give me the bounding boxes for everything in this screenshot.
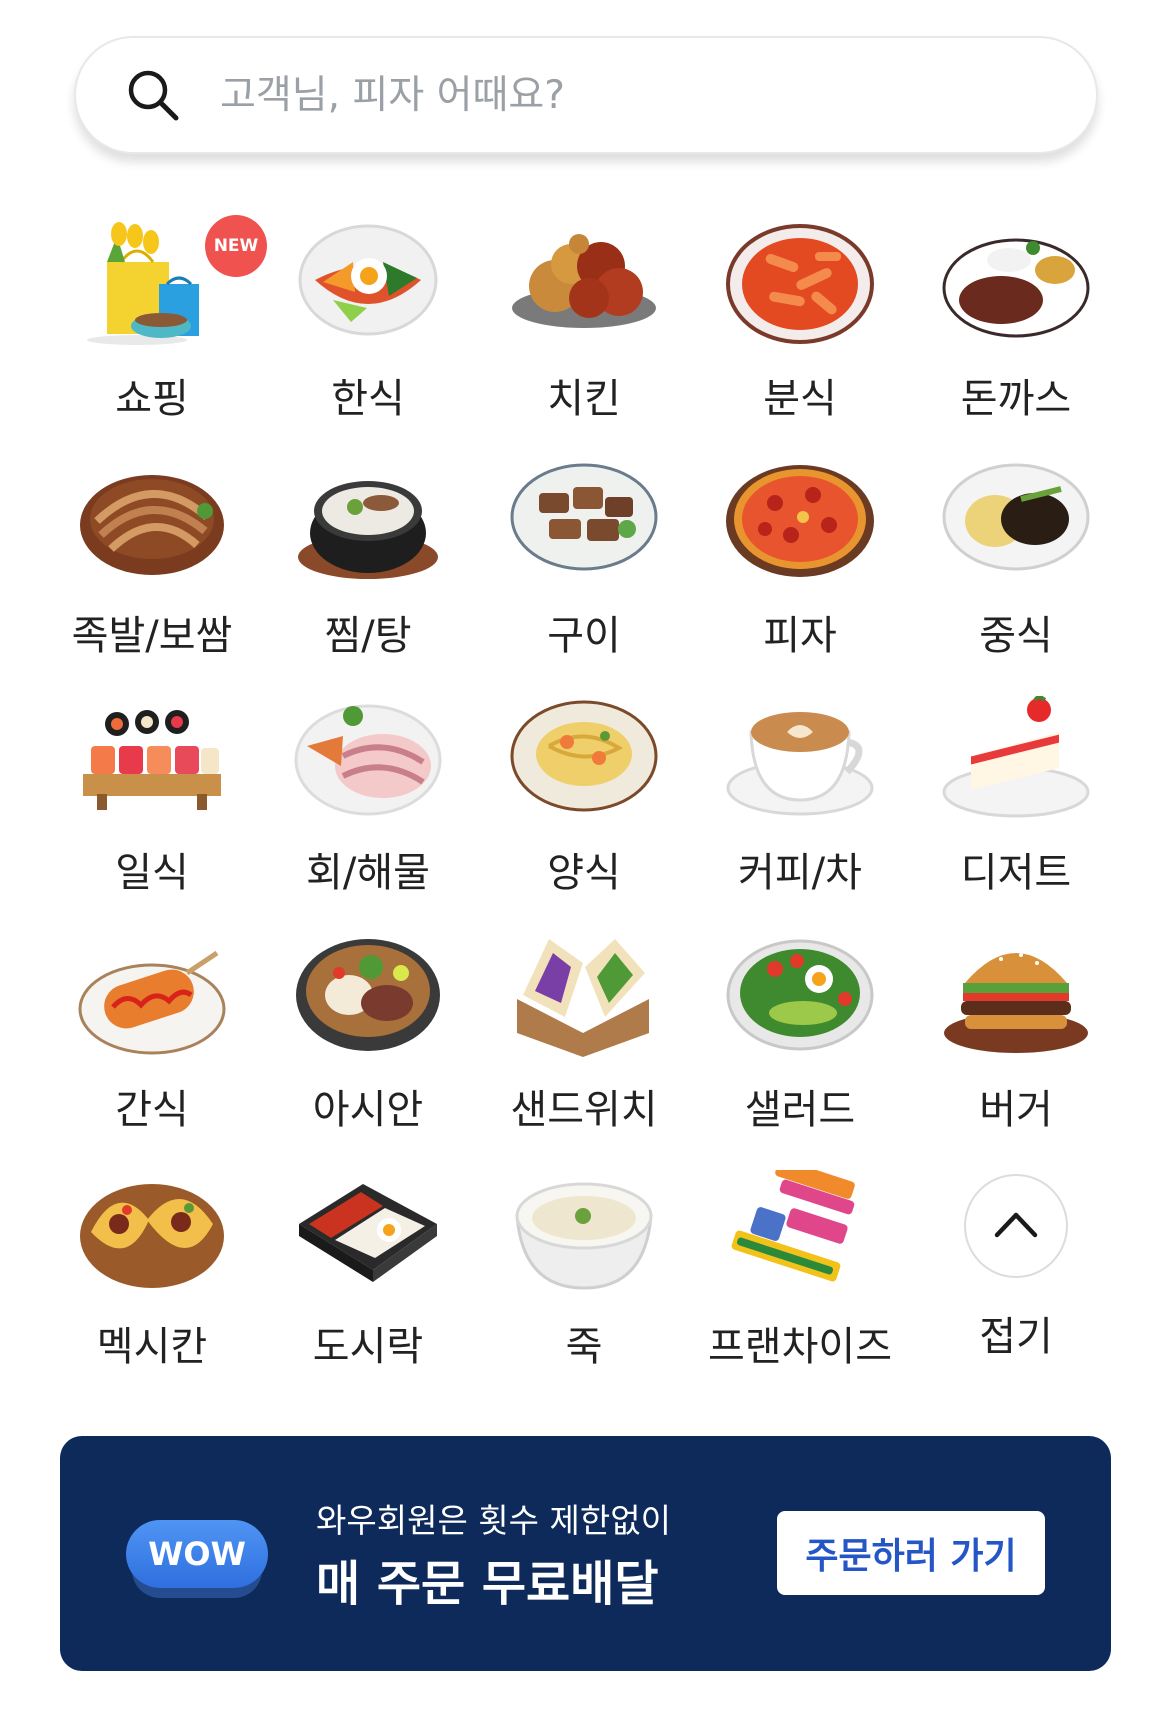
search-input[interactable]: [218, 71, 1022, 119]
category-label: 커피/차: [738, 850, 862, 896]
pizza-icon: [725, 459, 875, 583]
category-label: 샌드위치: [510, 1087, 658, 1133]
category-snack[interactable]: 간식: [44, 929, 260, 1166]
jokbal-icon: [77, 459, 227, 583]
category-lunchbox[interactable]: 도시락: [260, 1166, 476, 1403]
category-grill[interactable]: 구이: [476, 455, 692, 692]
category-label: 일식: [115, 850, 189, 896]
category-label: 중식: [979, 613, 1053, 659]
category-dessert[interactable]: 디저트: [908, 692, 1124, 929]
sandwich-icon: [509, 933, 659, 1057]
category-label: 쇼핑: [115, 376, 189, 422]
category-label: 돈까스: [960, 376, 1072, 422]
pho-bowl-icon: [293, 933, 443, 1057]
search-bar[interactable]: [74, 36, 1098, 154]
order-now-button[interactable]: 주문하러 가기: [777, 1511, 1045, 1595]
category-pizza[interactable]: 피자: [692, 455, 908, 692]
category-collapse[interactable]: 접기: [908, 1166, 1124, 1403]
category-chicken[interactable]: 치킨: [476, 218, 692, 455]
fried-chicken-icon: [509, 222, 659, 346]
category-label: 분식: [763, 376, 837, 422]
salad-icon: [725, 933, 875, 1057]
grilled-meat-icon: [509, 459, 659, 583]
category-label: 양식: [547, 850, 621, 896]
category-label: 버거: [979, 1087, 1053, 1133]
category-label: 치킨: [547, 376, 621, 422]
shopping-bag-icon: NEW: [77, 215, 267, 346]
category-label: 도시락: [312, 1324, 424, 1370]
new-badge: NEW: [205, 215, 267, 277]
category-sandwich[interactable]: 샌드위치: [476, 929, 692, 1166]
category-chinese[interactable]: 중식: [908, 455, 1124, 692]
cake-icon: [941, 693, 1091, 820]
pasta-icon: [509, 696, 659, 820]
category-coffee[interactable]: 커피/차: [692, 692, 908, 929]
burger-icon: [941, 933, 1091, 1057]
category-sashimi[interactable]: 회/해물: [260, 692, 476, 929]
banner-title: 매 주문 무료배달: [316, 1556, 659, 1612]
search-icon: [126, 68, 180, 122]
category-japanese[interactable]: 일식: [44, 692, 260, 929]
category-label: 간식: [115, 1087, 189, 1133]
sashimi-icon: [293, 696, 443, 820]
banner-subtitle: 와우회원은 횟수 제한없이: [316, 1501, 671, 1540]
sushi-icon: [77, 696, 227, 820]
category-label: 한식: [331, 376, 405, 422]
collapse-button[interactable]: [964, 1174, 1068, 1278]
category-tonkatsu[interactable]: 돈까스: [908, 218, 1124, 455]
category-label: 회/해물: [306, 850, 430, 896]
category-label: 아시안: [312, 1087, 424, 1133]
franchise-logos-icon: [725, 1159, 875, 1294]
category-western[interactable]: 양식: [476, 692, 692, 929]
category-label: 찜/탕: [324, 613, 412, 659]
category-shopping[interactable]: NEW 쇼핑: [44, 215, 267, 455]
category-stew[interactable]: 찜/탕: [260, 455, 476, 692]
category-label: 프랜차이즈: [708, 1324, 892, 1370]
category-label: 죽: [565, 1324, 603, 1370]
category-jokbal-bossam[interactable]: 족발/보쌈: [44, 455, 260, 692]
category-label: 샐러드: [744, 1087, 856, 1133]
category-label: 구이: [547, 613, 621, 659]
coffee-cup-icon: [725, 696, 875, 820]
category-asian[interactable]: 아시안: [260, 929, 476, 1166]
category-label: 멕시칸: [96, 1324, 208, 1370]
category-burger[interactable]: 버거: [908, 929, 1124, 1166]
stew-pot-icon: [293, 459, 443, 583]
chevron-up-icon: [993, 1209, 1039, 1243]
lunchbox-icon: [293, 1170, 443, 1294]
bibimbap-icon: [293, 222, 443, 346]
category-label: 디저트: [960, 850, 1072, 896]
category-grid: NEW 쇼핑 한식 치킨 분식 돈까스 족발/보쌈 찜/탕 구이 피자 중식 일…: [44, 215, 1124, 1403]
category-bunsik[interactable]: 분식: [692, 218, 908, 455]
porridge-icon: [509, 1170, 659, 1294]
tonkatsu-icon: [941, 222, 1091, 346]
category-label: 족발/보쌈: [71, 613, 233, 659]
corn-dog-icon: [77, 933, 227, 1057]
category-korean[interactable]: 한식: [260, 218, 476, 455]
category-porridge[interactable]: 죽: [476, 1166, 692, 1403]
jajangmyeon-icon: [941, 459, 1091, 583]
category-franchise[interactable]: 프랜차이즈: [692, 1159, 908, 1403]
category-salad[interactable]: 샐러드: [692, 929, 908, 1166]
taco-icon: [77, 1170, 227, 1294]
category-label: 접기: [979, 1314, 1053, 1360]
tteokbokki-icon: [725, 222, 875, 346]
category-mexican[interactable]: 멕시칸: [44, 1166, 260, 1403]
wow-badge: WOW: [126, 1520, 268, 1588]
category-label: 피자: [763, 613, 837, 659]
wow-banner: WOW 와우회원은 횟수 제한없이 매 주문 무료배달 주문하러 가기: [60, 1436, 1111, 1671]
